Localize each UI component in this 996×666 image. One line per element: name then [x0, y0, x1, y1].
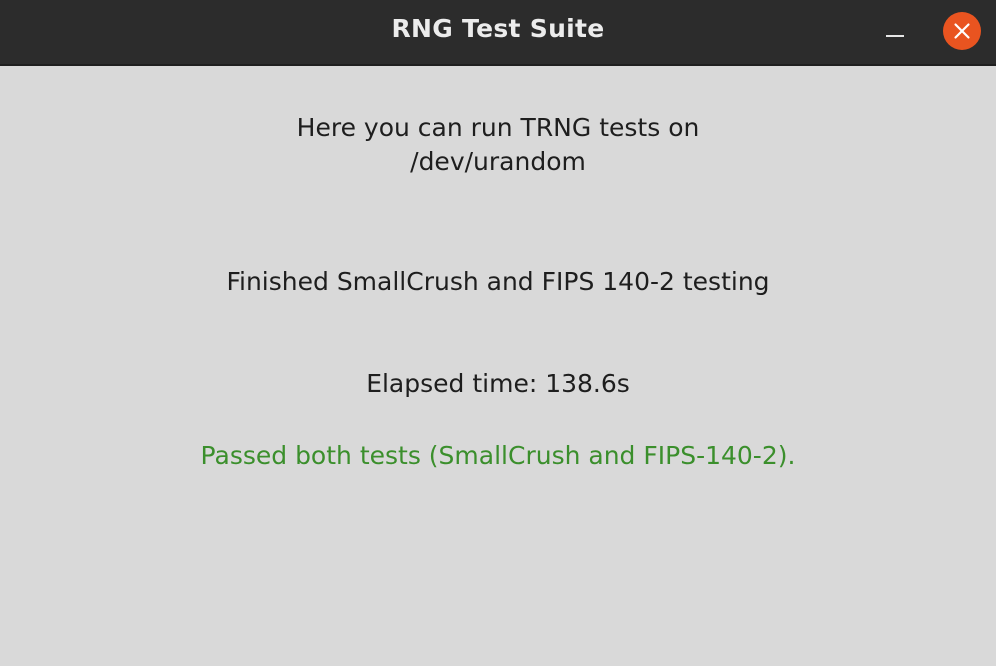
intro-text: Here you can run TRNG tests on /dev/uran…	[0, 111, 996, 179]
window-title: RNG Test Suite	[391, 14, 605, 43]
intro-line-2: /dev/urandom	[410, 147, 586, 176]
main-content: Here you can run TRNG tests on /dev/uran…	[0, 66, 996, 666]
status-text: Finished SmallCrush and FIPS 140-2 testi…	[226, 267, 770, 296]
elapsed-time-label: Elapsed time: 138.6s	[366, 369, 630, 398]
minimize-button[interactable]	[878, 18, 912, 48]
minimize-icon	[886, 35, 904, 37]
title-bar[interactable]: RNG Test Suite	[0, 0, 996, 66]
intro-line-1: Here you can run TRNG tests on	[296, 113, 700, 142]
result-message: Passed both tests (SmallCrush and FIPS-1…	[200, 441, 796, 470]
close-icon	[954, 23, 970, 39]
close-button[interactable]	[943, 12, 981, 50]
app-window: RNG Test Suite Here you can run TRNG tes…	[0, 0, 996, 666]
